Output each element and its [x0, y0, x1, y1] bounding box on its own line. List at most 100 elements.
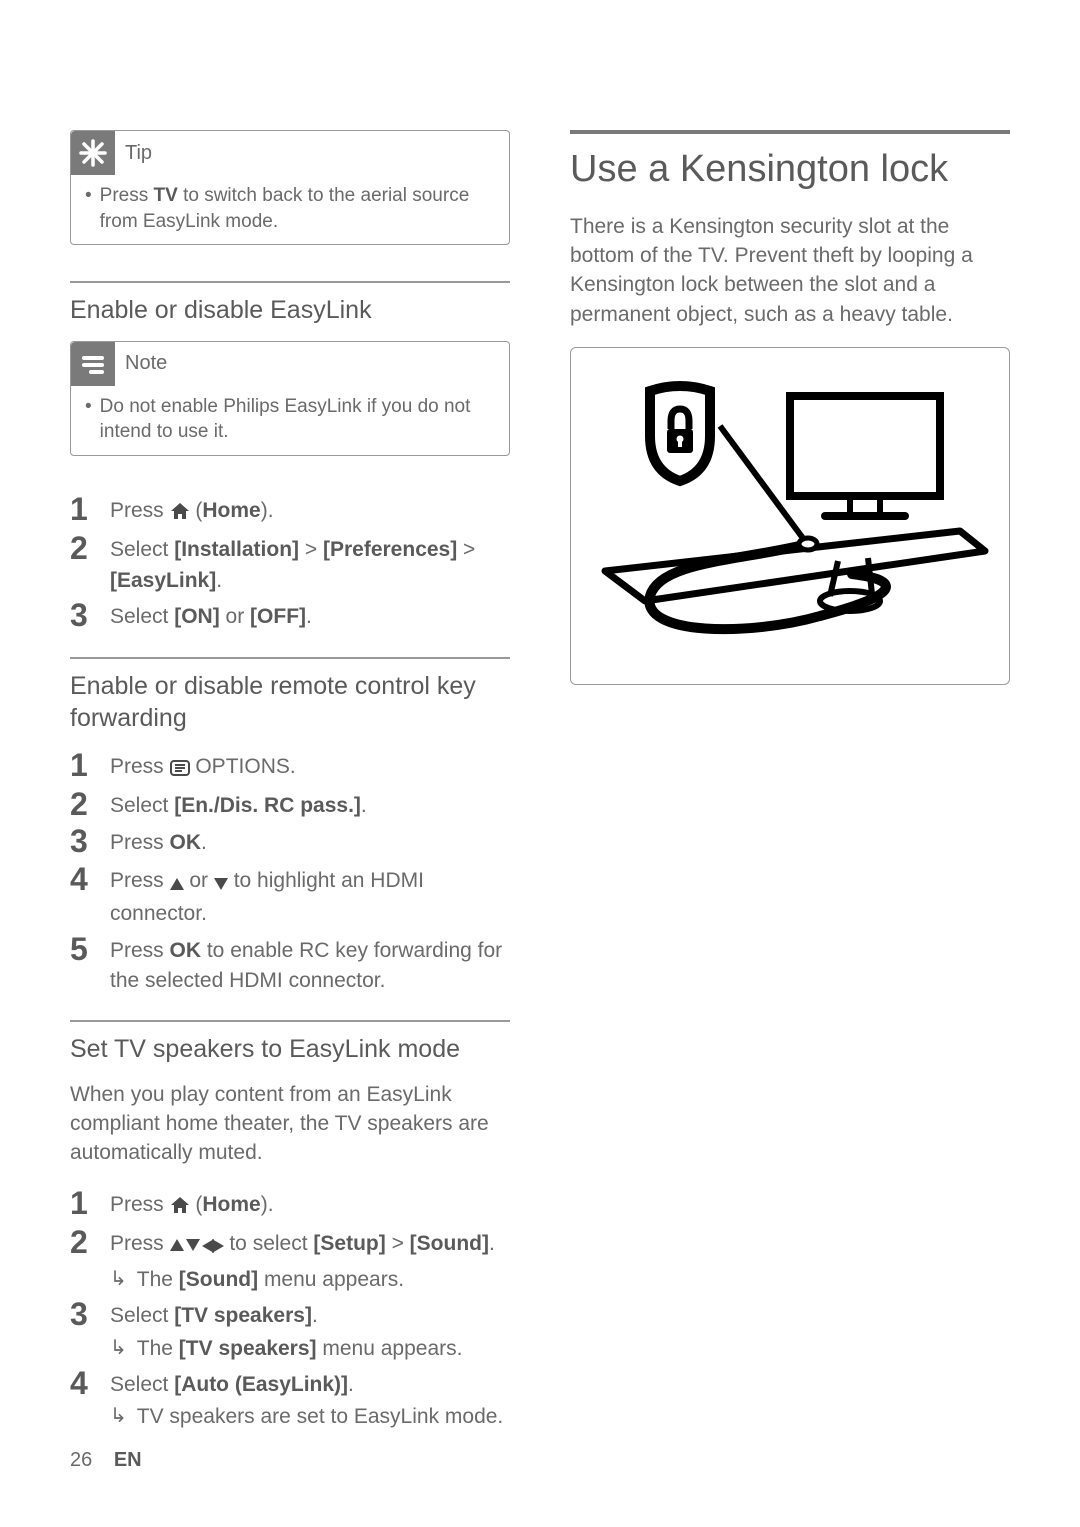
tip-header: Tip — [71, 131, 509, 175]
step-number: 2 — [70, 787, 94, 822]
kensington-illustration-box — [570, 347, 1010, 685]
step-number: 2 — [70, 531, 94, 596]
t: OK — [170, 831, 202, 854]
t: > — [457, 538, 475, 561]
t: ). — [261, 1193, 274, 1216]
t: > — [299, 538, 323, 561]
t: Press — [110, 939, 170, 962]
step-body: Press OK to enable RC key forwarding for… — [110, 932, 510, 997]
t: The — [137, 1337, 179, 1360]
options-icon — [170, 755, 190, 785]
step-number: 3 — [70, 824, 94, 859]
t: menu appears. — [258, 1268, 404, 1291]
home-icon — [170, 1193, 190, 1223]
t: > — [386, 1232, 410, 1255]
step-body: Press or to highlight an HDMI connector. — [110, 862, 510, 930]
bullet-icon: • — [85, 183, 92, 234]
t: Press — [110, 869, 170, 892]
t: [ON] — [174, 605, 220, 628]
t: . — [201, 831, 207, 854]
t: Home — [202, 499, 260, 522]
t: [En./Dis. RC pass.] — [174, 794, 361, 817]
step-number: 1 — [70, 492, 94, 529]
step-body: Select [Installation] > [Preferences] > … — [110, 531, 510, 596]
t: Select — [110, 794, 174, 817]
down-triangle-icon — [214, 869, 228, 899]
step-body: Press (Home). — [110, 492, 510, 529]
sub-text: The [TV speakers] menu appears. — [137, 1334, 463, 1364]
t: Press — [110, 499, 170, 522]
t: [Auto (EasyLink)] — [174, 1373, 348, 1396]
t: [Sound] — [410, 1232, 489, 1255]
t: [EasyLink] — [110, 569, 216, 592]
t: . — [489, 1232, 495, 1255]
heading-rc-forward: Enable or disable remote control key for… — [70, 671, 510, 734]
step-number: 5 — [70, 932, 94, 997]
note-body: • Do not enable Philips EasyLink if you … — [71, 386, 509, 455]
result-arrow-icon: ↳ — [110, 1402, 127, 1432]
divider — [70, 1020, 510, 1022]
divider — [70, 657, 510, 659]
kensington-para: There is a Kensington security slot at t… — [570, 212, 1010, 330]
up-triangle-icon — [170, 869, 184, 899]
t: or — [184, 869, 214, 892]
divider — [70, 281, 510, 283]
t: The — [137, 1268, 179, 1291]
note-text: Do not enable Philips EasyLink if you do… — [100, 394, 497, 445]
t: Press — [110, 755, 170, 778]
t: Home — [202, 1193, 260, 1216]
bullet-icon: • — [85, 394, 92, 445]
t: . — [348, 1373, 354, 1396]
left-column: Tip • Press TV to switch back to the aer… — [70, 130, 510, 1457]
step-number: 3 — [70, 1297, 94, 1364]
t: to select — [224, 1232, 314, 1255]
steps-tv-speakers: 1 Press (Home). 2 Press to select [Setup… — [70, 1186, 510, 1433]
t: ( — [190, 499, 203, 522]
page-number: 26 — [70, 1449, 92, 1471]
step-number: 1 — [70, 1186, 94, 1223]
kensington-lock-illustration — [590, 366, 990, 666]
right-column: Use a Kensington lock There is a Kensing… — [570, 130, 1010, 1457]
step-body: Press OPTIONS. — [110, 748, 510, 785]
home-icon — [170, 499, 190, 529]
page-footer: 26 EN — [70, 1449, 142, 1472]
t: . — [216, 569, 222, 592]
t: Select — [110, 538, 174, 561]
step-body: Select [Auto (EasyLink)]. ↳ TV speakers … — [110, 1366, 510, 1433]
step-body: Select [En./Dis. RC pass.]. — [110, 787, 510, 822]
t: [TV speakers] — [179, 1337, 317, 1360]
tip-text-bold: TV — [154, 185, 178, 206]
tv-speakers-intro: When you play content from an EasyLink c… — [70, 1080, 510, 1168]
note-label: Note — [125, 352, 167, 375]
step-body: Press to select [Setup] > [Sound]. ↳ The… — [110, 1225, 510, 1295]
tip-callout: Tip • Press TV to switch back to the aer… — [70, 130, 510, 245]
t: [Sound] — [179, 1268, 258, 1291]
t: Press — [110, 1232, 170, 1255]
t: ). — [261, 499, 274, 522]
steps-rc-forward: 1 Press OPTIONS. 2 Select [En./Dis. RC p… — [70, 748, 510, 997]
t: Select — [110, 1304, 174, 1327]
step-number: 4 — [70, 1366, 94, 1433]
result-arrow-icon: ↳ — [110, 1334, 127, 1364]
t: . — [306, 605, 312, 628]
step-number: 4 — [70, 862, 94, 930]
step-body: Select [ON] or [OFF]. — [110, 598, 510, 633]
t: or — [220, 605, 250, 628]
sub-text: TV speakers are set to EasyLink mode. — [137, 1402, 504, 1432]
step-body: Select [TV speakers]. ↳ The [TV speakers… — [110, 1297, 510, 1364]
t: [TV speakers] — [174, 1304, 312, 1327]
result-arrow-icon: ↳ — [110, 1265, 127, 1295]
t: . — [312, 1304, 318, 1327]
heading-tv-speakers: Set TV speakers to EasyLink mode — [70, 1034, 510, 1065]
t: ( — [190, 1193, 203, 1216]
heading-easylink-toggle: Enable or disable EasyLink — [70, 295, 510, 326]
tip-text: Press TV to switch back to the aerial so… — [100, 183, 497, 234]
tip-label: Tip — [125, 142, 152, 165]
t: [Preferences] — [323, 538, 457, 561]
t: [Setup] — [313, 1232, 385, 1255]
t: OK — [170, 939, 202, 962]
t: Press — [110, 831, 170, 854]
t: . — [361, 794, 367, 817]
t: Select — [110, 605, 174, 628]
step-body: Press (Home). — [110, 1186, 510, 1223]
